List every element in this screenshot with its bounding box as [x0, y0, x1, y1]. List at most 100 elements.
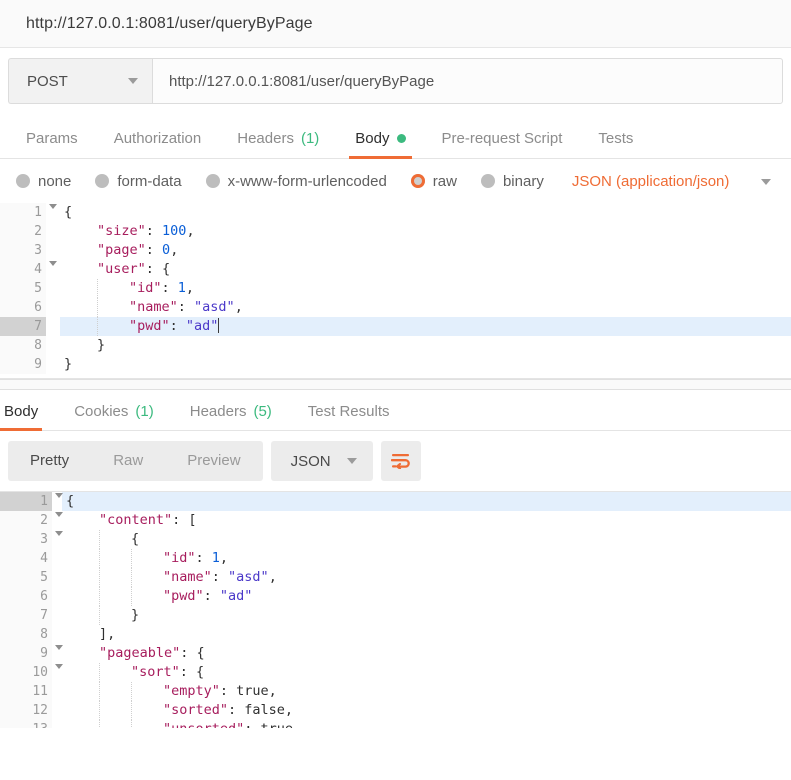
request-body-editor[interactable]: 1{2 "size": 100, 3 "page": 0, 4 "user": {5 "id…	[0, 203, 791, 379]
content-type-select[interactable]: JSON (application/json)	[572, 173, 730, 190]
fold-triangle-icon[interactable]	[55, 664, 63, 669]
code-line[interactable]: 7 "pwd": "ad"	[0, 317, 791, 336]
line-number: 8	[0, 625, 52, 644]
code-text: "name": "asd",	[60, 298, 791, 317]
code-line[interactable]: 9 "pageable": {	[0, 644, 791, 663]
gutter-gap	[46, 222, 60, 241]
code-line[interactable]: 1{	[0, 492, 791, 511]
code-line[interactable]: 7}	[0, 606, 791, 625]
response-body-editor[interactable]: 1{2 "content": [3{4 "id": 1, 5 "name": "asd"…	[0, 491, 791, 728]
tab-label: Body	[355, 130, 390, 147]
response-view-raw[interactable]: Raw	[91, 441, 165, 481]
response-tab-body[interactable]: Body	[0, 403, 56, 431]
code-line[interactable]: 1{	[0, 203, 791, 222]
radio-label: raw	[432, 172, 457, 190]
radio-icon	[205, 174, 220, 188]
body-type-radio-none[interactable]: none	[16, 173, 71, 190]
fold-triangle-icon[interactable]	[55, 512, 63, 517]
code-line[interactable]: 4 "id": 1,	[0, 549, 791, 568]
radio-label: binary	[502, 172, 544, 190]
fold-triangle-icon[interactable]	[55, 493, 63, 498]
pane-divider[interactable]	[0, 379, 791, 390]
response-format-select[interactable]: JSON	[270, 441, 373, 481]
response-view-pretty[interactable]: Pretty	[8, 441, 91, 481]
response-toolbar: Pretty Raw Preview JSON	[0, 431, 791, 491]
code-text: "empty": true,	[62, 682, 791, 701]
response-tab-headers[interactable]: Headers (5)	[172, 403, 290, 430]
code-line[interactable]: 12 "sorted": false,	[0, 701, 791, 720]
code-line[interactable]: 4 "user": {	[0, 260, 791, 279]
fold-triangle-icon[interactable]	[49, 204, 57, 209]
body-type-radio-x-www-form-urlencoded[interactable]: x-www-form-urlencoded	[205, 173, 387, 190]
request-tab-authorization[interactable]: Authorization	[96, 130, 220, 158]
code-line[interactable]: 5 "name": "asd",	[0, 568, 791, 587]
line-number: 10	[0, 663, 63, 682]
response-format-value: JSON	[290, 452, 331, 470]
line-number: 2	[0, 511, 63, 530]
code-text: "id": 1,	[62, 549, 791, 568]
http-method-select[interactable]: POST	[8, 58, 152, 104]
tab-label: Tests	[598, 130, 634, 147]
line-number: 6	[0, 298, 46, 317]
active-tab-underline	[349, 156, 412, 159]
code-text: "pageable": {	[99, 645, 205, 661]
line-number: 4	[0, 549, 52, 568]
response-view-preview[interactable]: Preview	[165, 441, 262, 481]
request-tab-body[interactable]: Body	[337, 130, 423, 159]
line-number: 7	[0, 606, 52, 625]
gutter-gap	[52, 682, 62, 701]
http-method-value: POST	[27, 72, 68, 90]
fold-triangle-icon[interactable]	[55, 645, 63, 650]
fold-triangle-icon[interactable]	[55, 531, 63, 536]
code-line[interactable]: 11 "empty": true,	[0, 682, 791, 701]
code-text: "name": "asd",	[62, 568, 791, 587]
line-number: 4	[0, 260, 57, 279]
code-line[interactable]: 13 "unsorted": true	[0, 720, 791, 728]
code-line[interactable]: 8}	[0, 336, 791, 355]
code-line[interactable]: 8],	[0, 625, 791, 644]
line-number: 5	[0, 279, 46, 298]
tab-label: Headers	[189, 403, 247, 420]
code-line[interactable]: 5 "id": 1,	[0, 279, 791, 298]
code-line[interactable]: 2 "size": 100,	[0, 222, 791, 241]
radio-icon	[95, 174, 110, 188]
line-number: 7	[0, 317, 46, 336]
request-tab-tests[interactable]: Tests	[580, 130, 651, 158]
tab-label: Test Results	[307, 403, 390, 420]
code-line[interactable]: 6 "name": "asd",	[0, 298, 791, 317]
window-titlebar: http://127.0.0.1:8081/user/queryByPage	[0, 0, 791, 48]
code-line[interactable]: 6 "pwd": "ad"	[0, 587, 791, 606]
gutter-gap	[52, 549, 62, 568]
request-url-input[interactable]: http://127.0.0.1:8081/user/queryByPage	[152, 58, 783, 104]
body-type-radio-form-data[interactable]: form-data	[95, 173, 182, 190]
request-tab-params[interactable]: Params	[8, 130, 96, 158]
content-type-chevron-icon[interactable]	[761, 172, 781, 190]
radio-icon	[480, 174, 495, 188]
request-url-bar: POST http://127.0.0.1:8081/user/queryByP…	[0, 48, 791, 116]
gutter-gap	[52, 606, 62, 625]
radio-icon	[16, 174, 30, 188]
tab-label: Authorization	[113, 130, 202, 147]
code-text: "sorted": false,	[62, 701, 791, 720]
code-line[interactable]: 3 "page": 0,	[0, 241, 791, 260]
response-tab-test-results[interactable]: Test Results	[290, 403, 408, 430]
request-tab-pre-request-script[interactable]: Pre-request Script	[424, 130, 581, 158]
body-type-radio-raw[interactable]: raw	[410, 172, 457, 190]
request-tab-bar: Params Authorization Headers (1) Body Pre-req…	[0, 116, 791, 159]
code-line[interactable]: 2 "content": [	[0, 511, 791, 530]
line-number: 8	[0, 336, 46, 355]
gutter-gap	[52, 720, 62, 728]
line-number: 12	[0, 701, 52, 720]
fold-triangle-icon[interactable]	[49, 261, 57, 266]
body-type-radio-binary[interactable]: binary	[480, 172, 544, 190]
request-tab-headers[interactable]: Headers (1)	[219, 130, 337, 158]
radio-icon	[410, 174, 425, 188]
word-wrap-button[interactable]	[380, 441, 421, 481]
response-tab-cookies[interactable]: Cookies (1)	[56, 403, 172, 430]
tab-label: Pre-request Script	[441, 130, 563, 147]
code-line[interactable]: 9}	[0, 355, 791, 374]
line-number: 9	[0, 644, 63, 663]
tab-count-badge: (5)	[253, 403, 272, 420]
code-line[interactable]: 3{	[0, 530, 791, 549]
code-line[interactable]: 10 "sort": {	[0, 663, 791, 682]
